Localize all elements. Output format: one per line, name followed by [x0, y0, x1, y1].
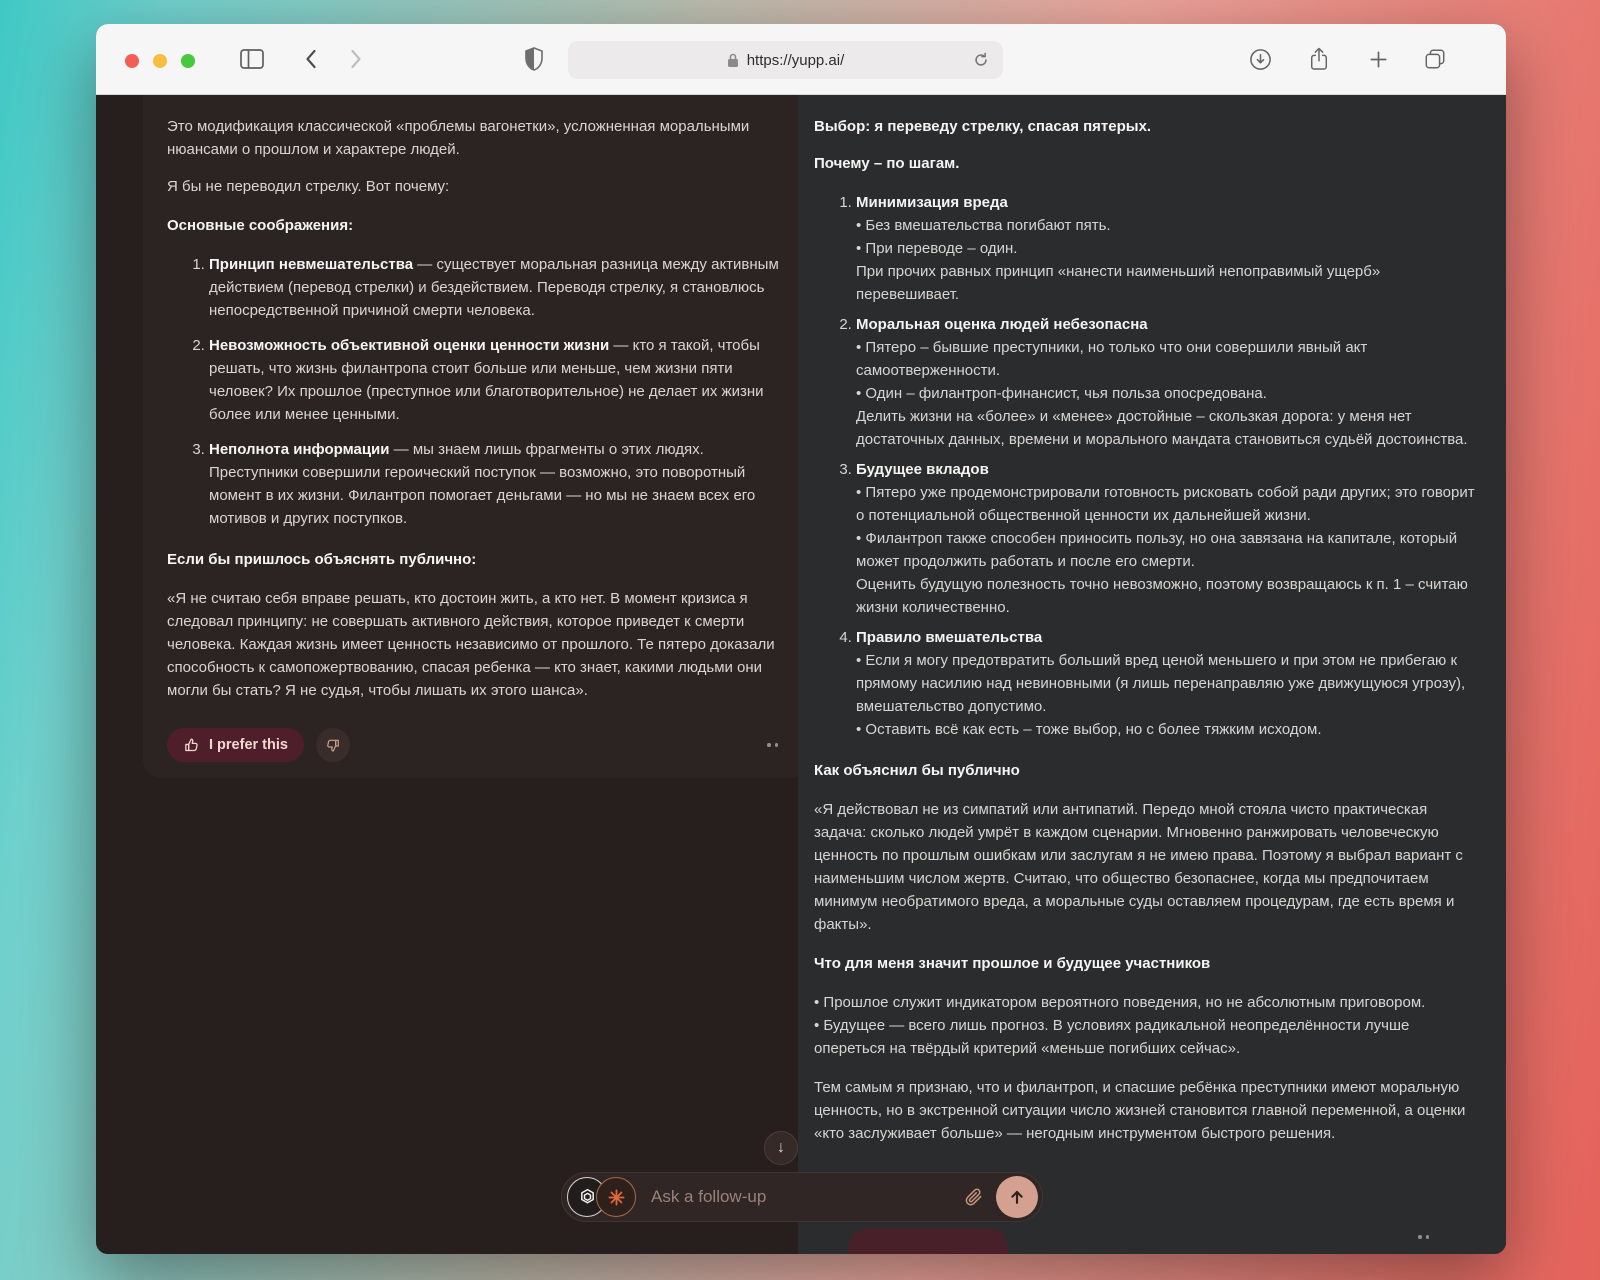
chat-compare-view: Это модификация классической «проблемы в…: [96, 95, 1506, 1254]
scroll-to-bottom-button[interactable]: ↓: [764, 1131, 798, 1165]
send-button[interactable]: [996, 1176, 1038, 1218]
list-item: Будущее вкладов • Пятеро уже продемонстр…: [856, 458, 1477, 619]
browser-toolbar: https://yupp.ai/: [96, 24, 1506, 95]
download-icon: [1249, 48, 1271, 70]
plus-icon: [1370, 51, 1386, 67]
bullet-line: • Прошлое служит индикатором вероятного …: [814, 994, 1426, 1011]
choice-statement: Выбор: я переведу стрелку, спасая пятеры…: [814, 118, 1152, 135]
list-item: Неполнота информации — мы знаем лишь фра…: [209, 438, 784, 530]
sidebar-toggle-button[interactable]: [236, 24, 268, 94]
section-heading: Если бы пришлось объяснять публично:: [167, 551, 477, 568]
paragraph: Это модификация классической «проблемы в…: [167, 118, 750, 158]
arrow-down-icon: ↓: [777, 1139, 785, 1156]
arrow-up-icon: [1011, 1190, 1023, 1204]
address-bar[interactable]: https://yupp.ai/: [568, 41, 1003, 79]
thumbs-down-icon: [327, 739, 339, 752]
response-card-left: Это модификация классической «проблемы в…: [143, 95, 808, 778]
thumbs-up-icon: [185, 737, 198, 751]
list-item: Принцип невмешательства — существует мор…: [209, 253, 784, 322]
section-heading: Как объяснил бы публично: [814, 762, 1020, 779]
close-window-button[interactable]: [125, 54, 139, 68]
section-heading: Почему – по шагам.: [814, 155, 960, 172]
model-avatar-claude[interactable]: [596, 1177, 636, 1217]
chevron-left-icon: [305, 49, 316, 69]
paragraph: Я бы не переводил стрелку. Вот почему:: [167, 178, 450, 195]
openai-logo-icon: [580, 1188, 594, 1203]
bullet-line: • Будущее — всего лишь прогноз. В услови…: [814, 1017, 1410, 1057]
back-button[interactable]: [299, 24, 321, 94]
prefer-this-button-cutoff[interactable]: [848, 1228, 1008, 1254]
paperclip-icon: [965, 1188, 982, 1206]
list-item: Невозможность объективной оценки ценност…: [209, 334, 784, 426]
chevron-right-icon: [350, 49, 361, 69]
downloads-button[interactable]: [1247, 24, 1273, 94]
new-tab-button[interactable]: [1366, 24, 1390, 94]
attach-file-button[interactable]: [960, 1183, 988, 1211]
steps-list: Минимизация вреда • Без вмешательства по…: [814, 191, 1477, 741]
section-heading: Основные соображения:: [167, 217, 354, 234]
reload-icon: [975, 52, 987, 66]
more-options-icon: [1418, 1235, 1422, 1239]
follow-up-composer: [561, 1172, 1043, 1222]
reload-button[interactable]: [971, 50, 991, 70]
considerations-list: Принцип невмешательства — существует мор…: [167, 253, 784, 530]
list-item: Минимизация вреда • Без вмешательства по…: [856, 191, 1477, 306]
more-options-button[interactable]: [761, 737, 784, 753]
claude-starburst-icon: [607, 1188, 625, 1206]
prefer-this-label: I prefer this: [209, 737, 288, 753]
forward-button[interactable]: [345, 24, 367, 94]
quote-paragraph: «Я действовал не из симпатий или антипат…: [814, 801, 1463, 933]
response-actions: I prefer this: [167, 728, 784, 762]
follow-up-input[interactable]: [649, 1186, 960, 1208]
minimize-window-button[interactable]: [153, 54, 167, 68]
thumbs-down-button[interactable]: [315, 728, 350, 762]
share-button[interactable]: [1306, 24, 1332, 94]
zoom-window-button[interactable]: [181, 54, 195, 68]
more-options-button[interactable]: [1412, 1229, 1435, 1245]
tab-overview-button[interactable]: [1422, 24, 1448, 94]
list-item: Правило вмешательства • Если я могу пред…: [856, 626, 1477, 741]
lock-icon: [727, 53, 738, 67]
browser-window: https://yupp.ai/ Это модификация классич…: [96, 24, 1506, 1254]
quote-paragraph: «Я не считаю себя вправе решать, кто дос…: [167, 590, 775, 699]
tabs-icon: [1425, 49, 1445, 69]
list-item: Моральная оценка людей небезопасна • Пят…: [856, 313, 1477, 451]
sidebar-icon: [240, 49, 264, 69]
paragraph: Тем самым я признаю, что и филантроп, и …: [814, 1079, 1466, 1142]
shield-icon: [525, 47, 543, 71]
privacy-report-button[interactable]: [521, 24, 547, 94]
response-card-right: Выбор: я переведу стрелку, спасая пятеры…: [798, 95, 1506, 1254]
section-heading: Что для меня значит прошлое и будущее уч…: [814, 955, 1211, 972]
url-text: https://yupp.ai/: [746, 51, 845, 69]
share-icon: [1311, 47, 1327, 70]
prefer-this-button[interactable]: I prefer this: [167, 728, 304, 762]
more-options-icon: [767, 743, 771, 747]
